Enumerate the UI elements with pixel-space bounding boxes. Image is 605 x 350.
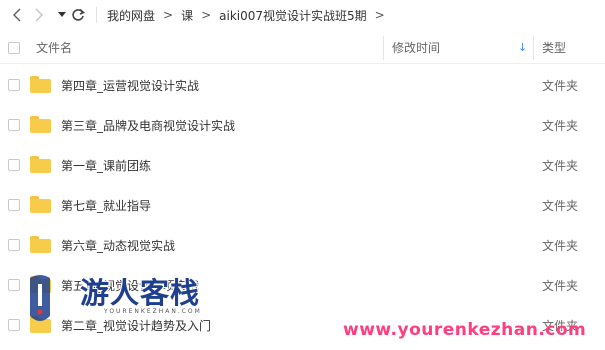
column-header-name[interactable]: 文件名 xyxy=(36,39,72,56)
back-button[interactable] xyxy=(6,0,28,30)
watermark-logo-icon xyxy=(30,275,50,321)
folder-icon xyxy=(30,156,51,173)
folder-icon xyxy=(30,236,51,253)
breadcrumb-item-my-drive[interactable]: 我的网盘 xyxy=(107,7,155,24)
column-divider[interactable] xyxy=(383,36,384,60)
toolbar-divider xyxy=(96,7,97,23)
refresh-button[interactable] xyxy=(68,0,88,30)
caret-down-icon xyxy=(58,12,66,17)
refresh-icon xyxy=(72,8,85,21)
breadcrumb-separator: > xyxy=(201,8,212,22)
file-row[interactable]: 第三章_品牌及电商视觉设计实战 文件夹 xyxy=(0,105,605,145)
watermark-subtitle: YOURENKEZHAN.COM xyxy=(104,308,202,315)
select-all-checkbox[interactable] xyxy=(8,42,20,54)
file-name[interactable]: 第三章_品牌及电商视觉设计实战 xyxy=(61,117,235,134)
folder-icon xyxy=(30,76,51,93)
row-checkbox[interactable] xyxy=(8,199,20,211)
breadcrumb-item-current-folder[interactable]: aiki007视觉设计实战班5期 xyxy=(219,7,367,24)
file-row[interactable]: 第一章_课前团练 文件夹 xyxy=(0,145,605,185)
file-list-header: 文件名 修改时间 ↓ 类型 xyxy=(0,32,605,64)
column-header-modified[interactable]: 修改时间 xyxy=(392,39,440,56)
row-checkbox[interactable] xyxy=(8,239,20,251)
column-header-type[interactable]: 类型 xyxy=(542,39,566,56)
file-type: 文件夹 xyxy=(542,158,579,173)
toolbar: 我的网盘 > 课 > aiki007视觉设计实战班5期 > xyxy=(0,0,605,30)
file-row[interactable]: 第四章_运营视觉设计实战 文件夹 xyxy=(0,65,605,105)
row-checkbox[interactable] xyxy=(8,279,20,291)
breadcrumb: 我的网盘 > 课 > aiki007视觉设计实战班5期 > xyxy=(107,7,393,24)
column-divider[interactable] xyxy=(533,36,534,60)
breadcrumb-separator: > xyxy=(374,8,385,22)
file-row[interactable]: 第七章_就业指导 文件夹 xyxy=(0,185,605,225)
file-name[interactable]: 第四章_运营视觉设计实战 xyxy=(61,77,199,94)
file-row[interactable]: 第六章_动态视觉实战 文件夹 xyxy=(0,225,605,265)
file-type: 文件夹 xyxy=(542,78,579,93)
forward-button[interactable] xyxy=(28,0,50,30)
chevron-left-icon xyxy=(12,8,21,22)
folder-icon xyxy=(30,116,51,133)
file-name[interactable]: 第七章_就业指导 xyxy=(61,197,151,214)
history-dropdown-button[interactable] xyxy=(56,0,68,30)
file-name[interactable]: 第六章_动态视觉实战 xyxy=(61,237,175,254)
watermark-url: www.yourenkezhan.com xyxy=(343,320,587,340)
file-type: 文件夹 xyxy=(542,118,579,133)
chevron-right-icon xyxy=(35,8,44,22)
watermark-brand: 游人客栈 xyxy=(80,276,201,310)
folder-icon xyxy=(30,196,51,213)
row-checkbox[interactable] xyxy=(8,79,20,91)
file-type: 文件夹 xyxy=(542,278,579,293)
file-type: 文件夹 xyxy=(542,198,579,213)
file-name[interactable]: 第二章_视觉设计趋势及入门 xyxy=(61,317,211,334)
row-checkbox[interactable] xyxy=(8,159,20,171)
breadcrumb-separator: > xyxy=(163,8,174,22)
sort-descending-icon[interactable]: ↓ xyxy=(518,41,527,54)
file-type: 文件夹 xyxy=(542,238,579,253)
row-checkbox[interactable] xyxy=(8,119,20,131)
row-checkbox[interactable] xyxy=(8,319,20,331)
file-name[interactable]: 第一章_课前团练 xyxy=(61,157,151,174)
breadcrumb-item-course[interactable]: 课 xyxy=(181,7,193,24)
